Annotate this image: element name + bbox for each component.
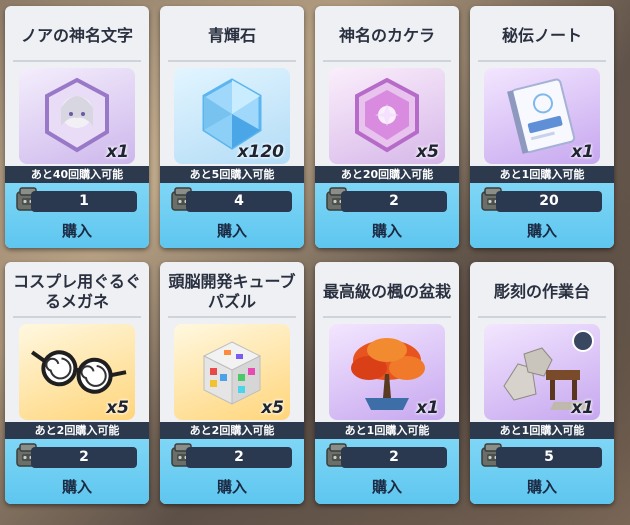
shop-grid: ノアの神名文字 x1 あと40回購入可能 1 購入 青輝石 x120 あと5回購… [0,0,630,525]
item-quantity: x1 [571,398,594,418]
price: 2 [341,447,447,468]
item-quantity: x1 [416,398,439,418]
buy-button[interactable]: 4 購入 [160,183,304,248]
purchase-limit: あと20回購入可能 [315,166,459,183]
shop-item-card[interactable]: 彫刻の作業台 x1 あと1回購入可能 5 購入 [470,262,614,504]
item-image-box: x5 [329,68,445,164]
buy-button[interactable]: 20 購入 [470,183,614,248]
item-quantity: x5 [416,142,439,162]
buy-button[interactable]: 2 購入 [315,439,459,504]
buy-label: 購入 [216,478,247,496]
price: 2 [31,447,137,468]
buy-button[interactable]: 1 購入 [5,183,149,248]
item-quantity: x5 [261,398,284,418]
divider [323,60,451,62]
item-name: コスプレ用ぐるぐるメガネ [13,272,141,311]
shop-item-card[interactable]: 青輝石 x120 あと5回購入可能 4 購入 [160,6,304,248]
shop-item-card[interactable]: コスプレ用ぐるぐるメガネ x5 あと2回購入可能 2 購入 [5,262,149,504]
divider [13,316,141,318]
buy-label: 購入 [371,478,402,496]
item-name: 秘伝ノート [501,26,582,45]
divider [168,60,296,62]
item-quantity: x1 [106,142,129,162]
item-image-box: x5 [19,324,135,420]
price: 1 [31,191,137,212]
divider [323,316,451,318]
item-image-box: x1 [484,68,600,164]
divider [168,316,296,318]
item-image-box: x5 [174,324,290,420]
buy-button[interactable]: 2 購入 [5,439,149,504]
purchase-limit: あと40回購入可能 [5,166,149,183]
buy-button[interactable]: 2 購入 [315,183,459,248]
buy-button[interactable]: 5 購入 [470,439,614,504]
shop-item-card[interactable]: 頭脳開発キューブパズル x5 あと2回購入可能 2 購入 [160,262,304,504]
shop-item-card[interactable]: 神名のカケラ x5 あと20回購入可能 2 購入 [315,6,459,248]
buy-label: 購入 [371,222,402,240]
divider [478,60,606,62]
shop-item-card[interactable]: ノアの神名文字 x1 あと40回購入可能 1 購入 [5,6,149,248]
price: 20 [496,191,602,212]
divider [478,316,606,318]
purchase-limit: あと2回購入可能 [160,422,304,439]
item-image-box: x1 [484,324,600,420]
buy-label: 購入 [526,222,557,240]
buy-label: 購入 [526,478,557,496]
item-quantity: x120 [237,142,284,162]
shop-item-card[interactable]: 最高級の楓の盆栽 x1 あと1回購入可能 2 購入 [315,262,459,504]
price: 2 [186,447,292,468]
price: 5 [496,447,602,468]
buy-label: 購入 [216,222,247,240]
item-name: 彫刻の作業台 [493,282,590,301]
purchase-limit: あと1回購入可能 [470,422,614,439]
item-quantity: x1 [571,142,594,162]
item-name: ノアの神名文字 [20,26,133,45]
purchase-limit: あと2回購入可能 [5,422,149,439]
item-name: 神名のカケラ [338,26,435,45]
buy-button[interactable]: 2 購入 [160,439,304,504]
item-quantity: x5 [106,398,129,418]
price: 2 [341,191,447,212]
buy-label: 購入 [61,222,92,240]
purchase-limit: あと1回購入可能 [315,422,459,439]
item-name: 青輝石 [207,26,256,45]
shop-item-card[interactable]: 秘伝ノート x1 あと1回購入可能 20 購入 [470,6,614,248]
price: 4 [186,191,292,212]
buy-label: 購入 [61,478,92,496]
purchase-limit: あと5回購入可能 [160,166,304,183]
divider [13,60,141,62]
character-affinity-icon [572,330,594,352]
purchase-limit: あと1回購入可能 [470,166,614,183]
item-image-box: x1 [329,324,445,420]
item-image-box: x120 [174,68,290,164]
item-image-box: x1 [19,68,135,164]
item-name: 頭脳開発キューブパズル [168,272,296,311]
item-name: 最高級の楓の盆栽 [322,282,451,301]
